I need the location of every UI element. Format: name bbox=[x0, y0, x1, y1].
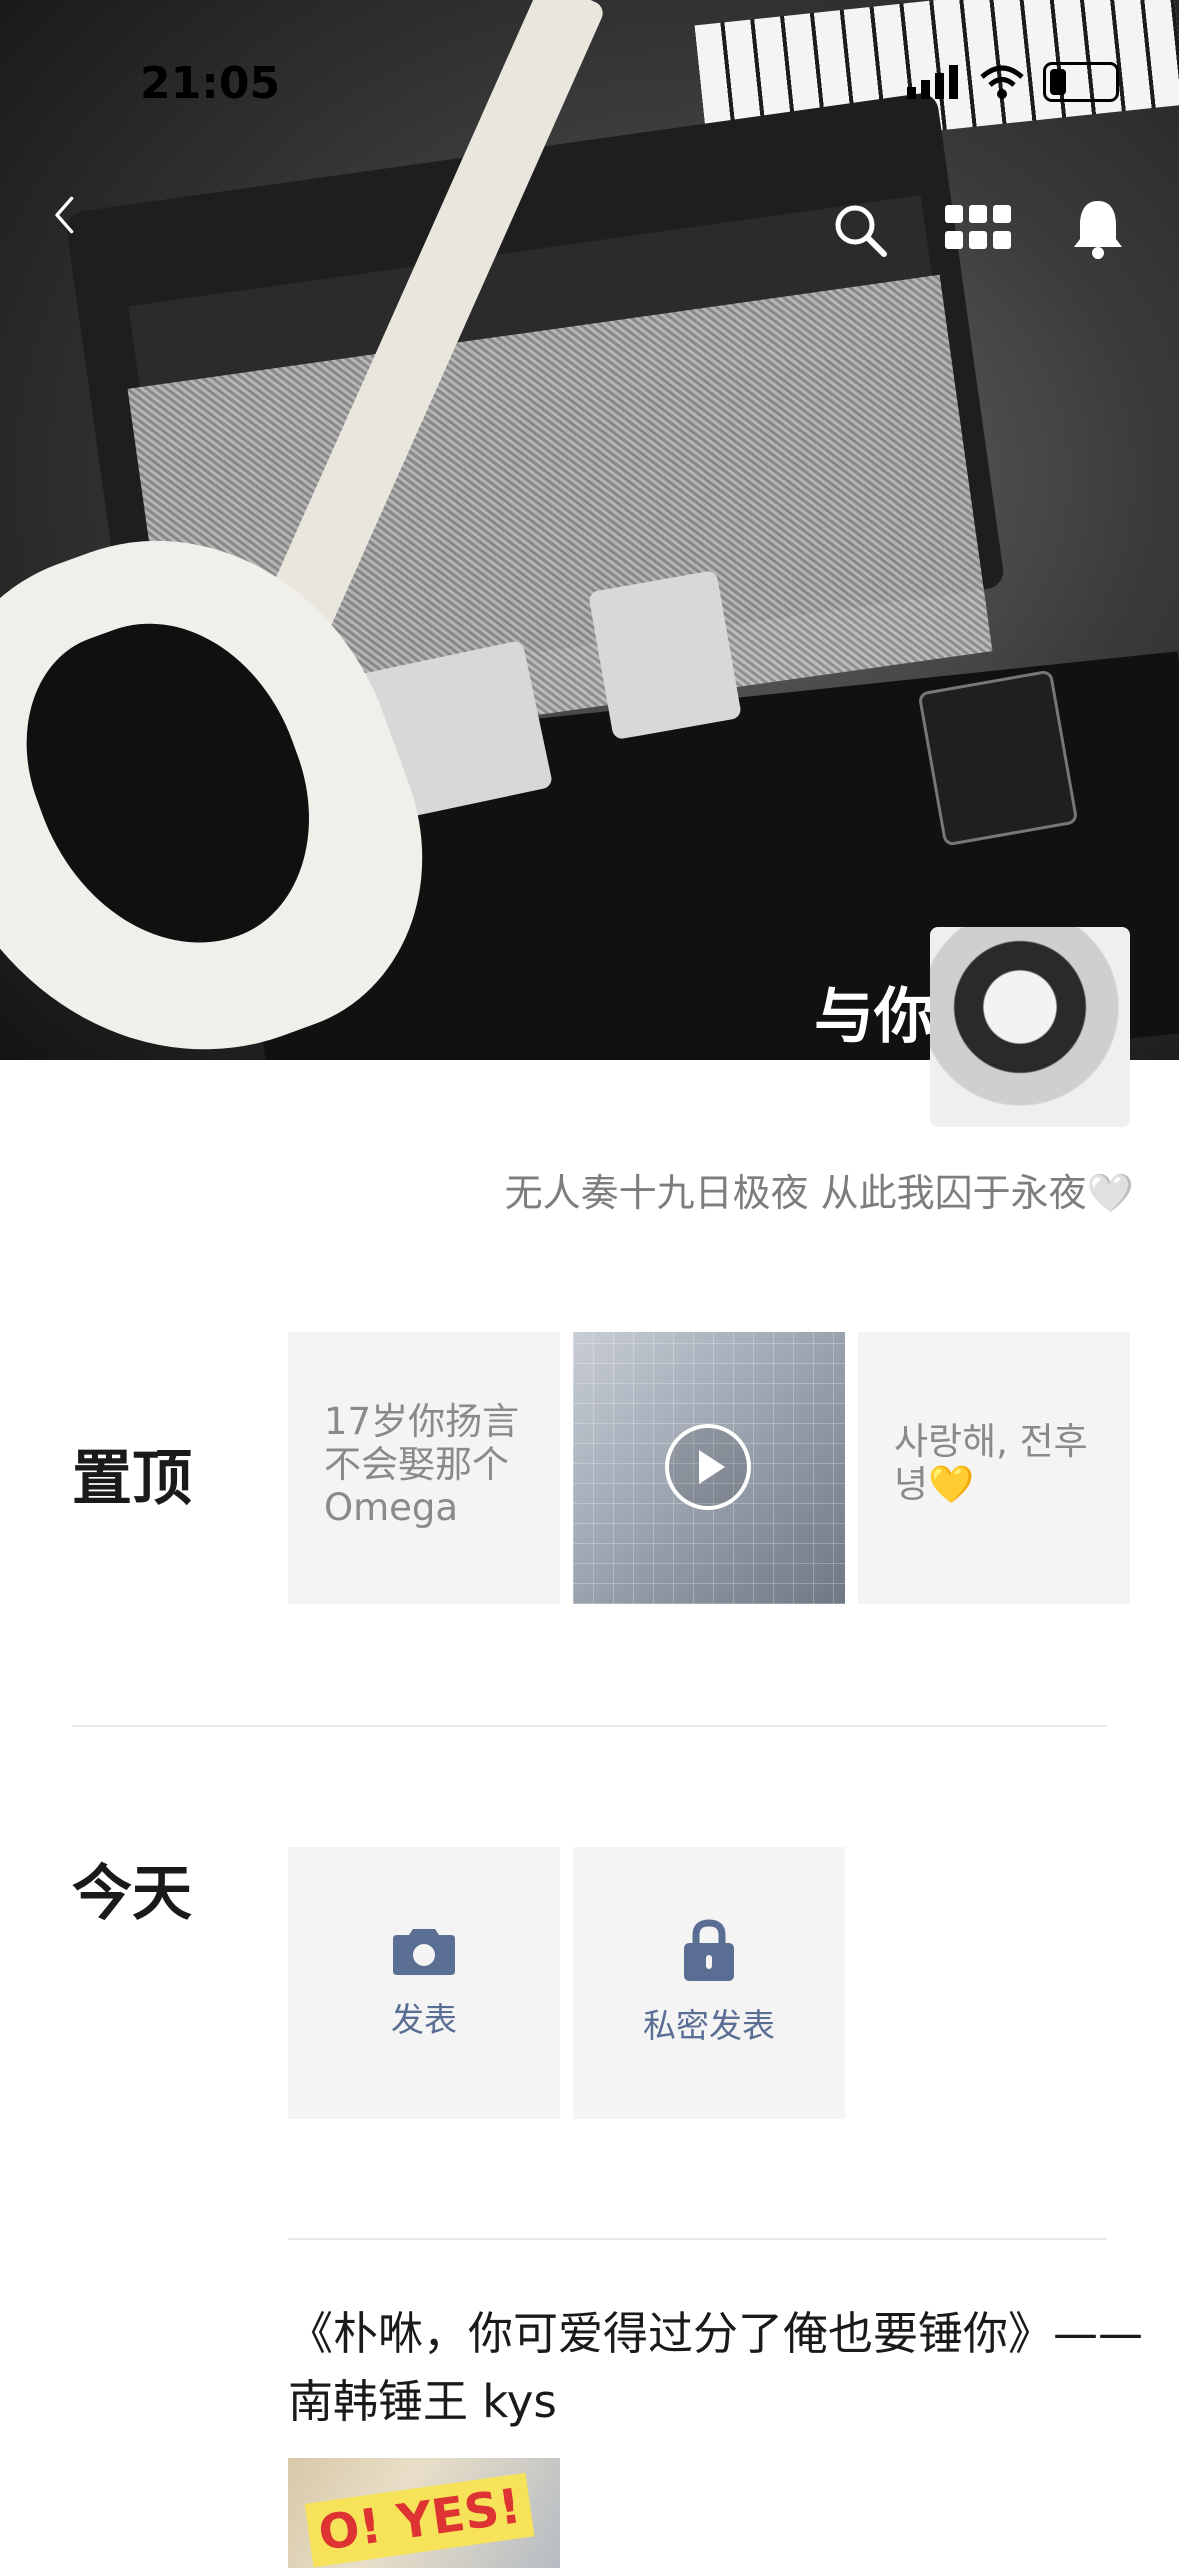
post-image[interactable]: O! YES! bbox=[288, 2458, 560, 2568]
profile-signature: 无人奏十九日极夜 从此我囚于永夜🤍 bbox=[504, 1171, 1134, 1215]
pinned-section-title: 置顶 bbox=[72, 1444, 192, 1514]
grid-icon[interactable] bbox=[945, 205, 1011, 251]
signal-icon bbox=[907, 65, 958, 99]
battery-icon bbox=[1043, 62, 1119, 102]
profile-nickname: 与你 bbox=[814, 982, 934, 1052]
post-image-sign: O! YES! bbox=[304, 2472, 535, 2568]
post-text[interactable]: 《朴咻，你可爱得过分了俺也要锤你》—— 南韩锤王 kys bbox=[288, 2300, 1148, 2436]
private-publish-label: 私密发表 bbox=[643, 2006, 775, 2045]
search-icon[interactable] bbox=[830, 200, 890, 260]
pinned-item-text[interactable]: 17岁你扬言不会娶那个Omega bbox=[288, 1332, 560, 1604]
section-divider bbox=[72, 1725, 1107, 1727]
pinned-item-text-content: 17岁你扬言不会娶那个Omega bbox=[324, 1400, 520, 1529]
pinned-item-text[interactable]: 사랑해, 전후녕💛 bbox=[858, 1332, 1130, 1604]
status-indicators bbox=[907, 62, 1119, 102]
wifi-icon bbox=[980, 65, 1024, 99]
bell-icon[interactable] bbox=[1070, 195, 1126, 259]
publish-label: 发表 bbox=[391, 2000, 457, 2039]
pinned-item-video[interactable] bbox=[573, 1332, 845, 1604]
cover-photo[interactable] bbox=[0, 0, 1179, 1060]
camera-icon bbox=[393, 1929, 455, 1975]
pinned-item-text-content: 사랑해, 전후녕💛 bbox=[894, 1420, 1088, 1506]
back-chevron-icon[interactable] bbox=[45, 195, 85, 235]
avatar[interactable] bbox=[930, 927, 1130, 1127]
play-icon[interactable] bbox=[665, 1424, 751, 1510]
pedal-photo-element bbox=[917, 669, 1079, 847]
status-time: 21:05 bbox=[140, 58, 281, 109]
private-publish-button[interactable]: 私密发表 bbox=[573, 1847, 845, 2119]
post-divider bbox=[288, 2238, 1107, 2240]
publish-button[interactable]: 发表 bbox=[288, 1847, 560, 2119]
lock-icon bbox=[684, 1919, 734, 1981]
pedal-photo-element bbox=[587, 569, 743, 741]
today-section-title: 今天 bbox=[72, 1859, 192, 1929]
